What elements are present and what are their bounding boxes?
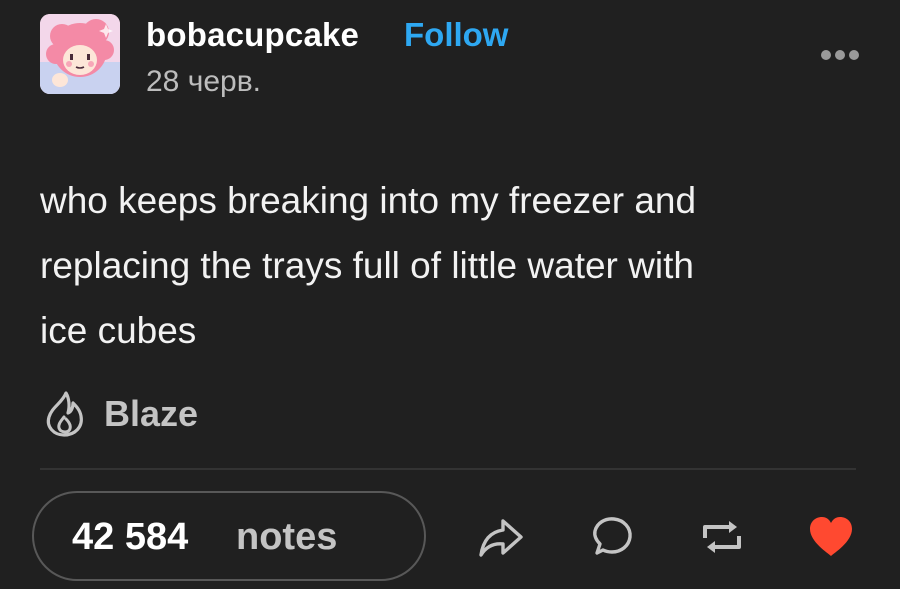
share-arrow-icon [479,519,523,557]
avatar-image [40,14,120,94]
post-text-line: who keeps breaking into my freezer and [40,180,697,221]
follow-button[interactable]: Follow [404,15,508,55]
blaze-label: Blaze [104,393,199,434]
share-button[interactable] [476,512,526,562]
avatar[interactable] [40,14,120,94]
post-card: bobacupcake Follow 28 черв. who keeps br… [0,0,900,589]
reblog-icon [703,521,741,553]
divider [40,468,856,470]
notes-button[interactable]: 42 584 notes [32,491,426,581]
reply-button[interactable] [587,512,637,562]
more-options-button[interactable] [812,40,868,70]
post-text-line: ice cubes [40,310,197,351]
post-text: who keeps breaking into my freezer and r… [40,168,860,363]
post-text-line: replacing the trays full of little water… [40,245,694,286]
notes-label: notes [236,516,338,558]
blaze-button[interactable]: Blaze [40,386,198,442]
ellipsis-icon [821,50,859,60]
speech-bubble-icon [593,517,632,555]
heart-icon [810,517,852,556]
post-date[interactable]: 28 черв. [146,62,261,102]
flame-icon [46,391,83,437]
like-button[interactable] [806,512,856,562]
blog-name-link[interactable]: bobacupcake [146,15,359,55]
notes-count: 42 584 [72,516,189,558]
reblog-button[interactable] [697,512,747,562]
